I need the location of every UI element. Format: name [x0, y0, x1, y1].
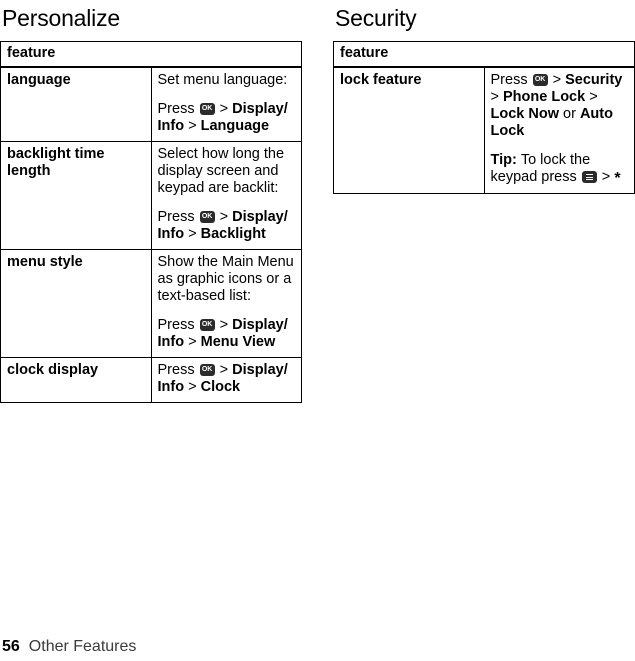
menu-path-item: Clock: [200, 379, 241, 395]
column-security: Security featurelock featurePress > Secu…: [333, 0, 635, 194]
table-header-row: feature: [0, 41, 302, 68]
body-text: Press: [157, 209, 199, 225]
path-separator: >: [184, 379, 201, 395]
page-title-personalize: Personalize: [2, 5, 120, 31]
path-separator: >: [215, 101, 233, 117]
instruction-paragraph: Press > Display/ Info > Menu View: [158, 317, 296, 351]
path-separator: >: [585, 89, 598, 105]
personalize-feature-table: featurelanguage Set menu language: Press >…: [0, 41, 302, 403]
footer-page-number: 56: [2, 638, 20, 655]
instruction-paragraph: Press > Display/ Info > Backlight: [158, 209, 296, 243]
path-separator: >: [215, 209, 233, 225]
menu-path-item: Security: [565, 72, 623, 88]
feature-name-cell: language: [0, 66, 152, 142]
table-row: lock featurePress > Security > Phone Loc…: [333, 66, 635, 194]
ok-key-icon: [199, 211, 215, 223]
column-header-feature: feature: [333, 41, 635, 68]
ok-key-icon: [199, 364, 215, 376]
feature-description-cell: Show the Main Menu as graphic icons or a…: [150, 249, 302, 358]
manual-page: Personalize feature language Set menu lang…: [0, 0, 635, 661]
ok-key-icon: [532, 74, 548, 86]
instruction-paragraph: Set menu language:: [158, 72, 296, 89]
body-text: Press: [157, 362, 199, 378]
body-text: Show the Main Menu as graphic icons or a…: [157, 254, 294, 304]
path-separator: >: [215, 362, 233, 378]
menu-path-item: Menu View: [200, 334, 276, 350]
instruction-paragraph: Press > Display/ Info > Language: [158, 101, 296, 135]
menu-key-icon: [581, 171, 597, 183]
path-separator: >: [597, 169, 615, 185]
feature-description-cell: Press > Security > Phone Lock > Lock Now…: [483, 66, 635, 194]
tip-paragraph: Tip: To lock the keypad press > *: [491, 152, 629, 187]
path-separator: >: [548, 72, 566, 88]
instruction-paragraph: Press > Security > Phone Lock > Lock Now…: [491, 72, 629, 140]
menu-path-item: Language: [200, 118, 270, 134]
instruction-paragraph: Select how long the display screen and k…: [158, 146, 296, 197]
body-text: Select how long the display screen and k…: [157, 146, 285, 196]
star-key-glyph: *: [614, 170, 621, 187]
body-text: Press: [157, 317, 199, 333]
feature-name-cell: lock feature: [333, 66, 485, 194]
instruction-paragraph: Press > Display/ Info > Clock: [158, 362, 296, 396]
ok-key-icon: [199, 319, 215, 331]
page-footer: 56 Other Features: [0, 638, 635, 656]
footer-section-label: Other Features: [28, 638, 137, 655]
menu-path-item: Lock Now: [490, 106, 559, 122]
feature-description-cell: Press > Display/ Info > Clock: [150, 357, 302, 403]
ok-key-icon: [199, 103, 215, 115]
path-separator: >: [184, 334, 201, 350]
column-personalize: Personalize feature language Set menu lang…: [0, 0, 302, 403]
feature-name-cell: clock display: [0, 357, 152, 403]
feature-name-cell: menu style: [0, 249, 152, 358]
feature-name-cell: backlight time length: [0, 141, 152, 250]
path-separator: >: [215, 317, 233, 333]
body-text: Press: [157, 101, 199, 117]
body-text: Press: [490, 72, 532, 88]
menu-path-item: Backlight: [200, 226, 266, 242]
path-separator: >: [490, 89, 503, 105]
path-separator: >: [184, 118, 201, 134]
instruction-paragraph: Show the Main Menu as graphic icons or a…: [158, 254, 296, 305]
tip-label: Tip:: [490, 152, 521, 168]
table-row: language Set menu language: Press > Displa…: [0, 66, 302, 142]
feature-description-cell: Select how long the display screen and k…: [150, 141, 302, 250]
security-feature-table: featurelock featurePress > Security > Ph…: [333, 41, 635, 194]
path-separator: >: [184, 226, 201, 242]
table-row: backlight time length Select how long the…: [0, 141, 302, 250]
page-title-security: Security: [335, 5, 417, 31]
body-text: or: [558, 106, 580, 122]
table-header-row: feature: [333, 41, 635, 68]
body-text: Set menu language:: [157, 72, 288, 88]
column-header-feature: feature: [0, 41, 302, 68]
table-row: menu style Show the Main Menu as graphic …: [0, 249, 302, 358]
feature-description-cell: Set menu language: Press > Display/ Info …: [150, 66, 302, 142]
menu-path-item: Phone Lock: [503, 89, 586, 105]
table-row: clock displayPress > Display/ Info > Clo…: [0, 357, 302, 403]
